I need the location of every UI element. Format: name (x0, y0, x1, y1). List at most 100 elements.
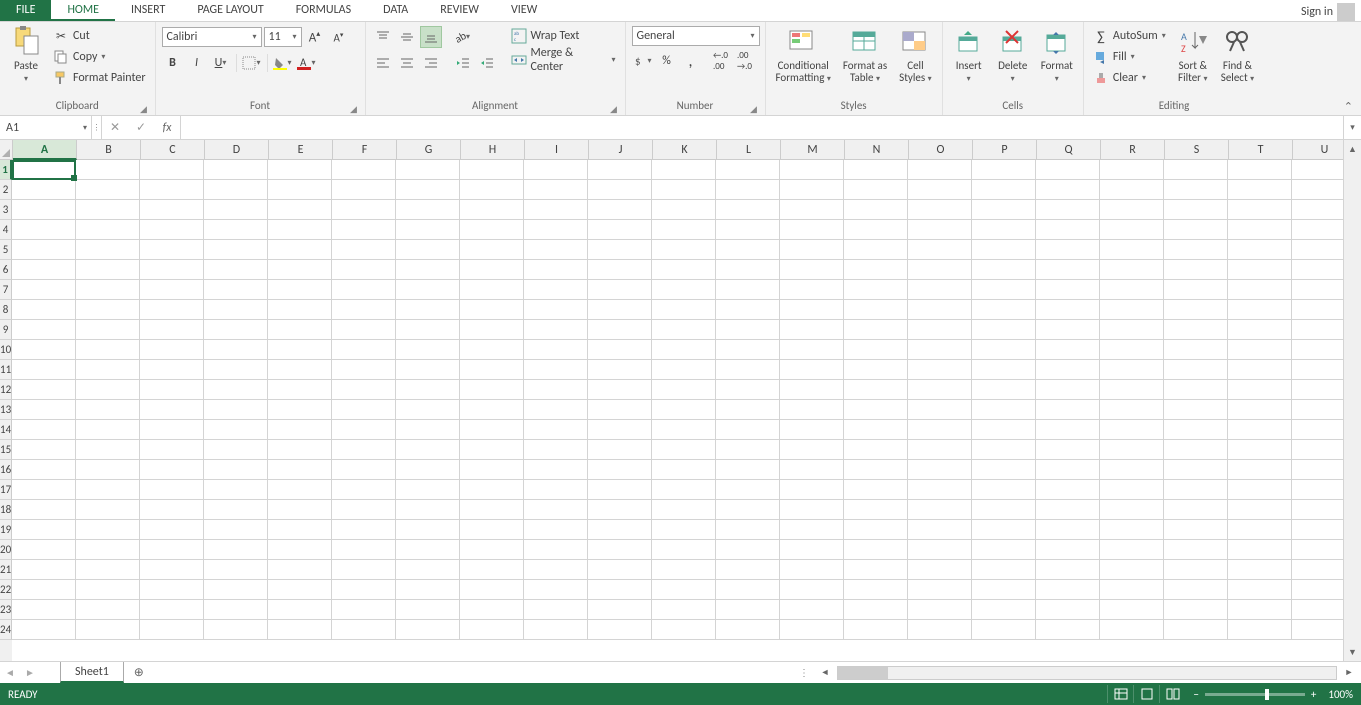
tab-home[interactable]: HOME (51, 0, 115, 21)
cell[interactable] (1292, 500, 1343, 520)
cell[interactable] (588, 320, 652, 340)
cell[interactable] (460, 180, 524, 200)
decrease-indent-button[interactable] (452, 52, 474, 74)
cell[interactable] (396, 620, 460, 640)
cell[interactable] (396, 440, 460, 460)
row-header[interactable]: 7 (0, 280, 12, 300)
cell[interactable] (652, 440, 716, 460)
cell[interactable] (908, 520, 972, 540)
cell[interactable] (524, 280, 588, 300)
cell[interactable] (1100, 380, 1164, 400)
cell[interactable] (268, 300, 332, 320)
cell[interactable] (780, 200, 844, 220)
cell[interactable] (588, 460, 652, 480)
cell[interactable] (460, 220, 524, 240)
cell[interactable] (1036, 340, 1100, 360)
cell[interactable] (844, 620, 908, 640)
cell[interactable] (396, 520, 460, 540)
cell[interactable] (524, 240, 588, 260)
cell[interactable] (460, 580, 524, 600)
cell[interactable] (844, 400, 908, 420)
column-header[interactable]: U (1293, 140, 1343, 160)
cell[interactable] (1292, 620, 1343, 640)
column-header[interactable]: S (1165, 140, 1229, 160)
cell[interactable] (204, 240, 268, 260)
cell[interactable] (1292, 220, 1343, 240)
cell[interactable] (908, 480, 972, 500)
cell[interactable] (780, 620, 844, 640)
cell[interactable] (524, 580, 588, 600)
cell[interactable] (1036, 240, 1100, 260)
column-header[interactable]: F (333, 140, 397, 160)
cell[interactable] (780, 380, 844, 400)
cell[interactable] (524, 300, 588, 320)
cell[interactable] (1164, 560, 1228, 580)
cell[interactable] (844, 600, 908, 620)
cell[interactable] (1292, 440, 1343, 460)
cell[interactable] (588, 540, 652, 560)
enter-formula-button[interactable]: ✓ (128, 120, 154, 135)
cell[interactable] (908, 420, 972, 440)
cell[interactable] (76, 320, 140, 340)
cell[interactable] (460, 620, 524, 640)
cell[interactable] (140, 620, 204, 640)
number-launcher[interactable]: ◢ (749, 103, 759, 113)
cell[interactable] (12, 460, 76, 480)
cell[interactable] (716, 480, 780, 500)
cell[interactable] (780, 580, 844, 600)
cell[interactable] (908, 240, 972, 260)
cell[interactable] (716, 220, 780, 240)
cell[interactable] (524, 600, 588, 620)
name-box[interactable]: A1 ▾ (0, 116, 92, 139)
cell[interactable] (76, 440, 140, 460)
cell[interactable] (844, 240, 908, 260)
cell[interactable] (972, 440, 1036, 460)
row-header[interactable]: 12 (0, 380, 12, 400)
cell[interactable] (12, 600, 76, 620)
cell[interactable] (1100, 420, 1164, 440)
cell[interactable] (204, 600, 268, 620)
cell[interactable] (76, 620, 140, 640)
cell[interactable] (332, 380, 396, 400)
cell[interactable] (140, 380, 204, 400)
cell[interactable] (460, 500, 524, 520)
cell[interactable] (588, 380, 652, 400)
cell[interactable] (588, 200, 652, 220)
cell[interactable] (204, 440, 268, 460)
cell[interactable] (12, 360, 76, 380)
alignment-launcher[interactable]: ◢ (609, 103, 619, 113)
cell[interactable] (396, 340, 460, 360)
cell[interactable] (588, 500, 652, 520)
cell[interactable] (332, 580, 396, 600)
cell[interactable] (524, 620, 588, 640)
cell[interactable] (972, 560, 1036, 580)
cell[interactable] (76, 200, 140, 220)
cell[interactable] (780, 500, 844, 520)
cell[interactable] (972, 280, 1036, 300)
cell[interactable] (1164, 440, 1228, 460)
row-header[interactable]: 10 (0, 340, 12, 360)
cell[interactable] (268, 440, 332, 460)
cell[interactable] (12, 160, 76, 180)
cell[interactable] (396, 240, 460, 260)
cell[interactable] (76, 580, 140, 600)
cell[interactable] (76, 500, 140, 520)
scroll-down-button[interactable]: ▼ (1344, 643, 1361, 661)
cell[interactable] (332, 280, 396, 300)
cell[interactable] (1164, 280, 1228, 300)
cell[interactable] (1228, 220, 1292, 240)
cell[interactable] (140, 500, 204, 520)
cell[interactable] (1036, 380, 1100, 400)
cell[interactable] (780, 400, 844, 420)
cell[interactable] (76, 560, 140, 580)
cell[interactable] (76, 480, 140, 500)
cell[interactable] (908, 500, 972, 520)
cell[interactable] (972, 540, 1036, 560)
cell[interactable] (652, 240, 716, 260)
cell[interactable] (332, 340, 396, 360)
cell[interactable] (716, 400, 780, 420)
horizontal-scrollbar[interactable] (837, 666, 1337, 680)
cell[interactable] (652, 540, 716, 560)
row-header[interactable]: 15 (0, 440, 12, 460)
cell[interactable] (1228, 320, 1292, 340)
